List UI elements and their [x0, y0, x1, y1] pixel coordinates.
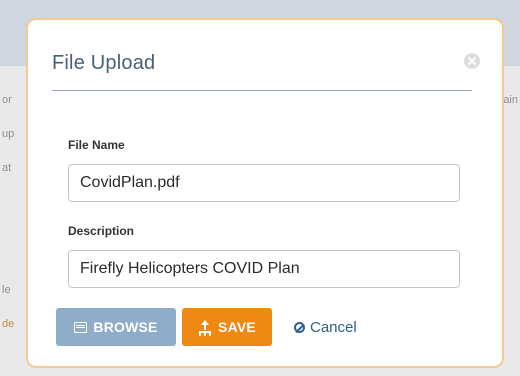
list-icon — [74, 321, 88, 333]
browse-button[interactable]: BROWSE — [56, 308, 176, 346]
ban-icon — [294, 321, 305, 333]
background-text-fragment: up — [2, 128, 15, 140]
upload-icon — [198, 320, 212, 334]
background-text-fragment: ain — [503, 94, 518, 106]
save-button[interactable]: SAVE — [182, 308, 272, 346]
close-icon[interactable] — [464, 53, 480, 69]
title-divider — [52, 90, 472, 91]
background-text-fragment: de — [2, 318, 15, 330]
file-name-label: File Name — [68, 138, 125, 152]
file-name-input[interactable] — [68, 164, 460, 202]
browse-button-label: BROWSE — [93, 319, 158, 335]
background-text-fragment: at — [2, 162, 12, 174]
description-label: Description — [68, 224, 135, 238]
dialog-title: File Upload — [52, 52, 156, 74]
background-text-fragment: le — [2, 284, 11, 296]
background-text-fragment: or — [2, 94, 12, 106]
save-button-label: SAVE — [218, 319, 256, 335]
cancel-link[interactable]: Cancel — [294, 308, 357, 346]
cancel-link-label: Cancel — [310, 318, 357, 336]
description-input[interactable] — [68, 250, 460, 288]
file-upload-dialog: File Upload File Name Description BROWSE… — [26, 18, 504, 368]
